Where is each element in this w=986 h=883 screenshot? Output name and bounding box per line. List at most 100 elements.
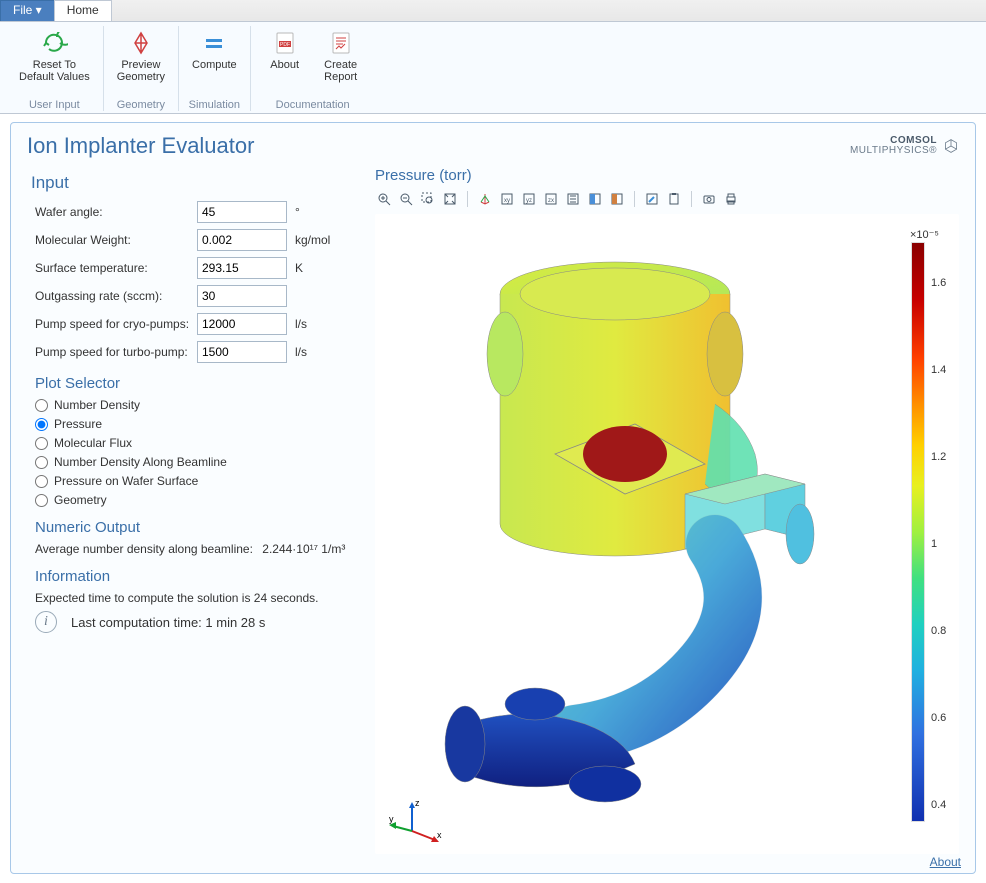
plot-title: Pressure (torr) (375, 167, 959, 184)
input-fields: Wafer angle: ° Molecular Weight: kg/mol Su… (31, 201, 363, 363)
radio-label-4: Pressure on Wafer Surface (54, 474, 198, 488)
yz-view-icon[interactable]: yz (520, 190, 538, 208)
compute-label: Compute (192, 59, 237, 71)
ribbon-group-geometry: PreviewGeometry Geometry (104, 26, 179, 111)
clipboard-icon[interactable] (665, 190, 683, 208)
axis-y-label: y (389, 814, 394, 824)
brand-logo: COMSOL MULTIPHYSICS® (850, 136, 959, 156)
colorbar: ×10⁻⁵ 1.6 1.4 1.2 1 0.8 0.6 0.4 (911, 230, 931, 830)
brand-bottom: MULTIPHYSICS® (850, 146, 937, 156)
create-report-label: CreateReport (324, 59, 357, 83)
tab-file[interactable]: File ▾ (0, 0, 55, 21)
axis-z-label: z (415, 798, 420, 808)
plot-canvas[interactable]: ×10⁻⁵ 1.6 1.4 1.2 1 0.8 0.6 0.4 (375, 214, 959, 854)
zoom-box-icon[interactable] (419, 190, 437, 208)
snapshot-icon[interactable] (700, 190, 718, 208)
axis-x-label: x (437, 830, 442, 840)
about-button[interactable]: PDF About (257, 26, 313, 86)
colorbar-exponent: ×10⁻⁵ (910, 228, 939, 241)
wafer-angle-input[interactable] (197, 201, 287, 223)
right-column: Pressure (torr) xy yz zx (375, 167, 959, 857)
radio-label-0: Number Density (54, 398, 140, 412)
about-label: About (270, 59, 299, 71)
last-computation-text: Last computation time: 1 min 28 s (71, 615, 265, 630)
molecular-weight-input[interactable] (197, 229, 287, 251)
radio-number-density-beamline[interactable]: Number Density Along Beamline (35, 455, 363, 469)
field-unit-2: K (295, 261, 303, 275)
field-label-1: Molecular Weight: (31, 233, 197, 247)
radio-molecular-flux[interactable]: Molecular Flux (35, 436, 363, 450)
preview-geometry-button[interactable]: PreviewGeometry (110, 26, 172, 86)
compute-button[interactable]: Compute (185, 26, 244, 74)
ribbon-group-documentation: PDF About CreateReport Documentation (251, 26, 375, 111)
colorbar-gradient (911, 242, 925, 822)
zoom-extents-icon[interactable] (441, 190, 459, 208)
ribbon: Reset ToDefault Values User Input Previe… (0, 22, 986, 114)
group-label-documentation: Documentation (276, 97, 350, 111)
radio-label-1: Pressure (54, 417, 102, 431)
surface-temperature-input[interactable] (197, 257, 287, 279)
plot-toolbar: xy yz zx (375, 188, 959, 214)
svg-text:xy: xy (504, 198, 510, 204)
field-label-3: Outgassing rate (sccm): (31, 289, 197, 303)
section-numeric-output: Numeric Output (35, 519, 363, 536)
field-unit-5: l/s (295, 345, 307, 359)
tick-0: 1.6 (931, 277, 946, 289)
tick-3: 1 (931, 538, 937, 550)
section-plot-selector: Plot Selector (35, 375, 363, 392)
group-label-geometry: Geometry (117, 97, 165, 111)
axes-triad-icon: z x y (387, 796, 447, 846)
field-unit-0: ° (295, 205, 300, 219)
wireframe-icon[interactable] (608, 190, 626, 208)
numeric-output-value: 2.244·10¹⁷ 1/m³ (262, 542, 345, 556)
svg-text:yz: yz (526, 198, 532, 204)
tick-4: 0.8 (931, 625, 946, 637)
app-title: Ion Implanter Evaluator (27, 133, 254, 159)
default-view-icon[interactable] (476, 190, 494, 208)
radio-label-3: Number Density Along Beamline (54, 455, 227, 469)
pdf-icon: PDF (274, 29, 296, 57)
zx-view-icon[interactable]: zx (542, 190, 560, 208)
section-input: Input (31, 173, 363, 193)
tab-home[interactable]: Home (54, 0, 112, 21)
svg-text:PDF: PDF (280, 42, 290, 48)
print-icon[interactable] (722, 190, 740, 208)
scene-light-icon[interactable] (564, 190, 582, 208)
radio-pressure[interactable]: Pressure (35, 417, 363, 431)
tick-2: 1.2 (931, 451, 946, 463)
reset-button[interactable]: Reset ToDefault Values (12, 26, 97, 86)
brand-cube-icon (943, 138, 959, 154)
report-icon (330, 29, 352, 57)
about-link[interactable]: About (930, 855, 961, 869)
reset-icon (40, 29, 68, 57)
field-label-0: Wafer angle: (31, 205, 197, 219)
xy-view-icon[interactable]: xy (498, 190, 516, 208)
radio-pressure-wafer[interactable]: Pressure on Wafer Surface (35, 474, 363, 488)
group-label-simulation: Simulation (189, 97, 240, 111)
show-legends-icon[interactable] (643, 190, 661, 208)
zoom-out-icon[interactable] (397, 190, 415, 208)
turbo-pump-speed-input[interactable] (197, 341, 287, 363)
field-label-2: Surface temperature: (31, 261, 197, 275)
cryo-pump-speed-input[interactable] (197, 313, 287, 335)
svg-text:zx: zx (548, 198, 554, 204)
transparency-icon[interactable] (586, 190, 604, 208)
radio-number-density[interactable]: Number Density (35, 398, 363, 412)
tick-6: 0.4 (931, 799, 946, 811)
expected-time-text: Expected time to compute the solution is… (31, 591, 363, 605)
info-icon: i (35, 611, 57, 633)
preview-geometry-label: PreviewGeometry (117, 59, 165, 83)
radio-geometry[interactable]: Geometry (35, 493, 363, 507)
plot-selector-radios: Number Density Pressure Molecular Flux N… (31, 398, 363, 507)
field-label-4: Pump speed for cryo-pumps: (31, 317, 197, 331)
create-report-button[interactable]: CreateReport (313, 26, 369, 86)
numeric-output-label: Average number density along beamline: (35, 542, 253, 556)
tab-bar: File ▾ Home (0, 0, 986, 22)
field-unit-1: kg/mol (295, 233, 330, 247)
tick-5: 0.6 (931, 712, 946, 724)
section-information: Information (35, 568, 363, 585)
field-label-5: Pump speed for turbo-pump: (31, 345, 197, 359)
reset-label: Reset ToDefault Values (19, 59, 90, 83)
zoom-in-icon[interactable] (375, 190, 393, 208)
outgassing-rate-input[interactable] (197, 285, 287, 307)
